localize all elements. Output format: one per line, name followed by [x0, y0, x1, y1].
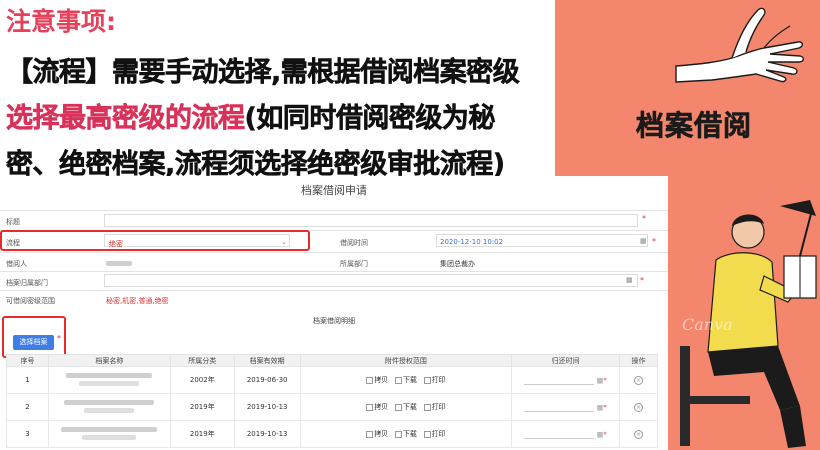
permission-cell: 拷贝 下载 打印: [299, 420, 513, 448]
infographic: 档案借阅 Canva 注意事项: 【流程】需要手动选择,需根据借阅档案密级 选择…: [0, 0, 820, 450]
borrow-time-value: 2020-12-10 10:02: [440, 238, 504, 246]
category-cell: 2002年: [169, 366, 235, 394]
print-label: 打印: [431, 403, 446, 411]
column-header: 所属分类: [169, 354, 235, 367]
column-header: 附件授权范围: [299, 354, 513, 367]
department-value: 集团总裁办: [440, 260, 475, 268]
archive-name-blurred: [47, 393, 171, 421]
archive-name-blurred: [47, 420, 171, 448]
column-header: 操作: [619, 354, 658, 367]
return-time-input[interactable]: [524, 430, 595, 439]
table-row: 2 2019年 2019-10-13 拷贝 下载 打印 ▦* ×: [6, 393, 658, 421]
permission-cell: 拷贝 下载 打印: [299, 393, 513, 421]
archive-dept-input[interactable]: [104, 274, 638, 287]
download-label: 下载: [402, 403, 417, 411]
form-title: 档案借阅申请: [301, 184, 367, 197]
row-number: 2: [6, 393, 49, 421]
notes-line-2-highlight: 选择最高密级的流程: [6, 103, 245, 135]
expiry-cell: 2019-10-13: [233, 420, 301, 448]
required-mark: *: [603, 430, 607, 438]
copy-checkbox[interactable]: [366, 403, 374, 411]
action-cell: ×: [619, 393, 658, 421]
borrower-label: 借阅人: [6, 260, 27, 268]
expiry-cell: 2019-10-13: [233, 393, 301, 421]
archive-dept-row: 档案归属部门 ▦ *: [0, 271, 668, 289]
required-mark: *: [603, 376, 607, 384]
table-header-row: 序号 档案名称 所属分类 档案有效期 附件授权范围 归还时间 操作: [6, 354, 658, 367]
choose-button-highlight-box: [2, 316, 66, 358]
hand-illustration: [675, 7, 804, 83]
download-label: 下载: [402, 376, 417, 384]
archive-name-blurred: [47, 366, 171, 394]
permission-cell: 拷贝 下载 打印: [299, 366, 513, 394]
download-checkbox[interactable]: [394, 430, 402, 438]
subject-row: 标题 *: [0, 210, 668, 228]
copy-label: 拷贝: [374, 403, 389, 411]
table-row: 1 2002年 2019-06-30 拷贝 下载 打印 ▦* ×: [6, 366, 658, 394]
action-cell: ×: [619, 420, 658, 448]
side-title: 档案借阅: [636, 109, 753, 143]
department-label: 所属部门: [340, 260, 368, 268]
row-number: 1: [6, 366, 49, 394]
print-checkbox[interactable]: [423, 430, 431, 438]
expiry-cell: 2019-06-30: [233, 366, 301, 394]
table-row: 3 2019年 2019-10-13 拷贝 下载 打印 ▦* ×: [6, 420, 658, 448]
copy-checkbox[interactable]: [366, 430, 374, 438]
print-label: 打印: [431, 376, 446, 384]
svg-text:Canva: Canva: [682, 315, 733, 334]
borrower-value-blurred: [106, 261, 132, 266]
column-header: 归还时间: [511, 354, 621, 367]
category-cell: 2019年: [169, 393, 235, 421]
notes-line-2: 选择最高密级的流程(如同时借阅密级为秘: [6, 96, 496, 135]
print-checkbox[interactable]: [423, 403, 431, 411]
return-time-input[interactable]: [524, 403, 595, 412]
required-mark: *: [652, 237, 656, 246]
notes-title: 注意事项:: [6, 7, 116, 36]
scope-row: 可借阅密级范围 秘密,机密,普通,绝密: [0, 290, 668, 308]
person-reading-illustration: Canva: [680, 200, 817, 448]
remove-row-icon[interactable]: ×: [634, 402, 644, 412]
archive-detail-table: 序号 档案名称 所属分类 档案有效期 附件授权范围 归还时间 操作 1 2002…: [6, 354, 658, 448]
required-mark: *: [640, 276, 644, 285]
remove-row-icon[interactable]: ×: [634, 429, 644, 439]
print-label: 打印: [431, 430, 446, 438]
required-mark: *: [642, 214, 646, 223]
process-highlight-box: [0, 230, 310, 251]
notes-line-2-rest: (如同时借阅密级为秘: [244, 103, 495, 135]
scope-value: 秘密,机密,普通,绝密: [106, 297, 169, 305]
column-header: 档案有效期: [233, 354, 301, 367]
return-time-cell[interactable]: ▦*: [511, 393, 621, 421]
column-header: 档案名称: [47, 354, 171, 367]
category-cell: 2019年: [169, 420, 235, 448]
calendar-icon[interactable]: ▦: [640, 237, 647, 245]
remove-row-icon[interactable]: ×: [634, 375, 644, 385]
print-checkbox[interactable]: [423, 376, 431, 384]
download-label: 下载: [402, 430, 417, 438]
notes-line-1: 【流程】需要手动选择,需根据借阅档案密级: [6, 57, 520, 89]
action-cell: ×: [619, 366, 658, 394]
detail-section-title: 档案借阅明细: [313, 317, 355, 325]
copy-label: 拷贝: [374, 376, 389, 384]
copy-label: 拷贝: [374, 430, 389, 438]
subject-input[interactable]: [104, 214, 638, 227]
return-time-cell[interactable]: ▦*: [511, 366, 621, 394]
picker-icon[interactable]: ▦: [626, 276, 633, 284]
return-time-input[interactable]: [524, 376, 595, 385]
scope-label: 可借阅密级范围: [6, 297, 55, 305]
borrow-time-label: 借阅时间: [340, 239, 368, 247]
download-checkbox[interactable]: [394, 376, 402, 384]
borrower-row: 借阅人 所属部门 集团总裁办: [0, 252, 668, 270]
return-time-cell[interactable]: ▦*: [511, 420, 621, 448]
archive-dept-label: 档案归属部门: [6, 279, 48, 287]
archive-borrow-form: 档案借阅申请 标题 * 流程 绝密 ⌄ 借阅时间 2020-12-10 10:0…: [0, 176, 668, 450]
subject-label: 标题: [6, 218, 20, 226]
column-header: 序号: [6, 354, 49, 367]
row-number: 3: [6, 420, 49, 448]
download-checkbox[interactable]: [394, 403, 402, 411]
required-mark: *: [603, 403, 607, 411]
copy-checkbox[interactable]: [366, 376, 374, 384]
